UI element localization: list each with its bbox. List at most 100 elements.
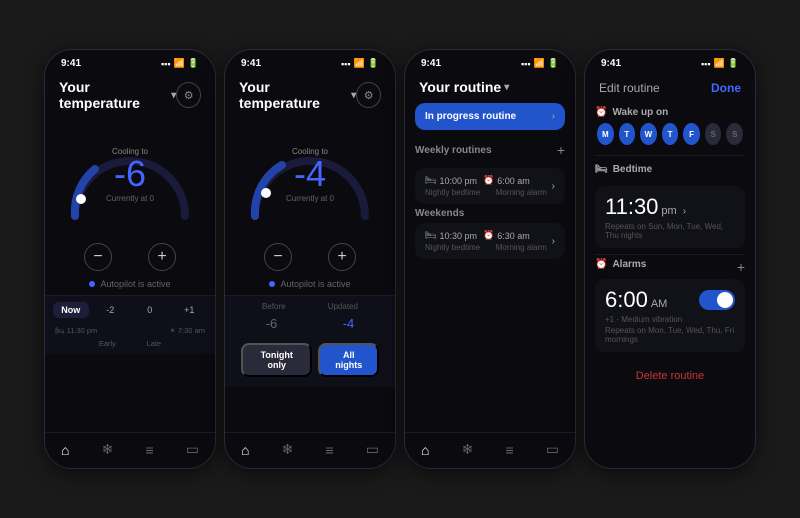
weekdays-chevron: ›: [552, 181, 555, 192]
in-progress-banner[interactable]: In progress routine ›: [415, 103, 565, 130]
all-nights-btn[interactable]: All nights: [318, 343, 379, 377]
settings-icon-2[interactable]: ⚙: [356, 82, 381, 108]
sched-labels-1: Early Late: [53, 339, 207, 348]
status-icons-2: ▪▪▪ 📶 🔋: [341, 58, 379, 69]
nav-home-1[interactable]: ⌂: [61, 442, 69, 458]
status-bar-2: 9:41 ▪▪▪ 📶 🔋: [225, 50, 395, 73]
nav-home-3[interactable]: ⌂: [421, 442, 429, 458]
weekly-section: Weekly routines +: [405, 138, 575, 166]
bedtime-title: 🛏 Bedtime: [595, 164, 745, 175]
autopilot-dot-2: [269, 281, 275, 287]
day-fri[interactable]: F: [683, 123, 700, 145]
settings-icon-1[interactable]: ⚙: [176, 82, 201, 108]
day-sun[interactable]: S: [726, 123, 743, 145]
temp-header-2: Your temperature ▾ ⚙: [225, 73, 395, 119]
routine-chevron-3[interactable]: ▾: [504, 82, 509, 93]
bedtime-section-header: 🛏 Bedtime: [585, 160, 755, 186]
decrease-btn-1[interactable]: −: [84, 243, 112, 271]
time-end-1: ☀ 7:30 am: [169, 326, 205, 335]
weekends-row[interactable]: 🛏 10:30 pm ⏰ 6:30 am Nightly bedtime: [415, 223, 565, 259]
nav-home-2[interactable]: ⌂: [241, 442, 249, 458]
day-tue[interactable]: T: [619, 123, 636, 145]
increase-btn-1[interactable]: +: [148, 243, 176, 271]
bedtime-card[interactable]: 11:30 pm › Repeats on Sun, Mon, Tue, Wed…: [595, 186, 745, 248]
alarm-toggle[interactable]: [699, 290, 735, 310]
done-button[interactable]: Done: [711, 81, 741, 95]
temp-title-2: Your temperature ▾: [239, 79, 356, 111]
temp-header-1: Your temperature ▾ ⚙: [45, 73, 215, 119]
tab-plus1[interactable]: +1: [172, 302, 208, 318]
alarm-time-display: 6:00 AM: [605, 287, 667, 313]
alarms-title: ⏰ Alarms: [595, 259, 646, 270]
day-sat[interactable]: S: [705, 123, 722, 145]
wakeup-title: ⏰ Wake up on: [595, 107, 745, 118]
in-progress-chevron: ›: [552, 111, 555, 122]
alarm-section-header: ⏰ Alarms +: [585, 259, 755, 275]
bedtime-chevron: ›: [683, 206, 686, 217]
weekdays-row[interactable]: 🛏 10:00 pm ⏰ 6:00 am Nightly bedtime: [415, 168, 565, 204]
sched-vals-2: -6 -4: [233, 316, 387, 331]
nav-stats-1[interactable]: ▭: [186, 441, 199, 458]
status-bar-1: 9:41 ▪▪▪ 📶 🔋: [45, 50, 215, 73]
alarm-time-row: 6:00 AM: [605, 287, 735, 313]
nav-menu-1[interactable]: ≡: [145, 442, 153, 458]
routine-title-3: Your routine ▾: [419, 79, 509, 95]
time-start-1: 🛏 11:30 pm: [55, 326, 97, 335]
delete-routine-btn[interactable]: Delete routine: [595, 362, 745, 390]
day-thu[interactable]: T: [662, 123, 679, 145]
increase-btn-2[interactable]: +: [328, 243, 356, 271]
nav-bar-1: ⌂ ❄ ≡ ▭: [45, 432, 215, 468]
toast-row: Tonight only All nights: [233, 337, 387, 381]
tab-zero[interactable]: 0: [132, 302, 168, 318]
temp-title-1: Your temperature ▾: [59, 79, 176, 111]
edit-header-4: Edit routine Done: [585, 73, 755, 103]
gauge-1: Cooling to -6 Currently at 0: [45, 119, 215, 239]
toggle-knob: [717, 292, 733, 308]
status-bar-3: 9:41 ▪▪▪ 📶 🔋: [405, 50, 575, 73]
divider-1: [595, 155, 745, 156]
schedule-bar-2: Before Updated -6 -4 Tonight only All ni…: [225, 295, 395, 387]
nav-menu-2[interactable]: ≡: [325, 442, 333, 458]
time-1: 9:41: [61, 58, 81, 69]
sched-time-1: 🛏 11:30 pm ☀ 7:30 am: [53, 324, 207, 335]
weekly-header: Weekly routines +: [415, 142, 565, 158]
nav-temp-2[interactable]: ❄: [282, 441, 294, 458]
weekends-header: Weekends: [415, 208, 565, 219]
nav-temp-3[interactable]: ❄: [462, 441, 474, 458]
tab-minus2[interactable]: -2: [93, 302, 129, 318]
phone-1: 9:41 ▪▪▪ 📶 🔋 Your temperature ▾ ⚙: [44, 49, 216, 469]
weekdays-section: 🛏 10:00 pm ⏰ 6:00 am Nightly bedtime: [405, 168, 575, 266]
day-mon[interactable]: M: [597, 123, 614, 145]
alarm-card: 6:00 AM +1 · Medium vibration Repeats on…: [595, 279, 745, 352]
time-3: 9:41: [421, 58, 441, 69]
autopilot-1: Autopilot is active: [45, 277, 215, 295]
day-wed[interactable]: W: [640, 123, 657, 145]
nav-bar-3: ⌂ ❄ ≡ ▭: [405, 432, 575, 468]
alarm-add-icon[interactable]: +: [737, 259, 745, 275]
weekends-info: 🛏 10:30 pm ⏰ 6:30 am Nightly bedtime: [425, 230, 547, 252]
status-icons-3: ▪▪▪ 📶 🔋: [521, 58, 559, 69]
tonight-only-btn[interactable]: Tonight only: [241, 343, 312, 377]
weekends-chevron: ›: [552, 236, 555, 247]
phone-4: 9:41 ▪▪▪ 📶 🔋 Edit routine Done ⏰ Wake up…: [584, 49, 756, 469]
autopilot-dot-1: [89, 281, 95, 287]
temp-controls-1: − +: [45, 239, 215, 277]
weekdays-info: 🛏 10:00 pm ⏰ 6:00 am Nightly bedtime: [425, 175, 547, 197]
schedule-bar-1: Now -2 0 +1 🛏 11:30 pm ☀ 7:30 am Early L…: [45, 295, 215, 354]
schedule-tabs-1: Now -2 0 +1: [53, 302, 207, 318]
decrease-btn-2[interactable]: −: [264, 243, 292, 271]
nav-stats-2[interactable]: ▭: [366, 441, 379, 458]
phone-3: 9:41 ▪▪▪ 📶 🔋 Your routine ▾ In progress …: [404, 49, 576, 469]
nav-menu-3[interactable]: ≡: [505, 442, 513, 458]
nav-temp-1[interactable]: ❄: [102, 441, 114, 458]
routine-header-3: Your routine ▾: [405, 73, 575, 103]
wakeup-section: ⏰ Wake up on M T W T F S S: [585, 103, 755, 155]
phone-2: 9:41 ▪▪▪ 📶 🔋 Your temperature ▾ ⚙: [224, 49, 396, 469]
tab-now[interactable]: Now: [53, 302, 89, 318]
status-icons-4: ▪▪▪ 📶 🔋: [701, 58, 739, 69]
status-bar-4: 9:41 ▪▪▪ 📶 🔋: [585, 50, 755, 73]
nav-stats-3[interactable]: ▭: [546, 441, 559, 458]
nav-bar-2: ⌂ ❄ ≡ ▭: [225, 432, 395, 468]
weekly-add-icon[interactable]: +: [557, 142, 565, 158]
status-icons-1: ▪▪▪ 📶 🔋: [161, 58, 199, 69]
